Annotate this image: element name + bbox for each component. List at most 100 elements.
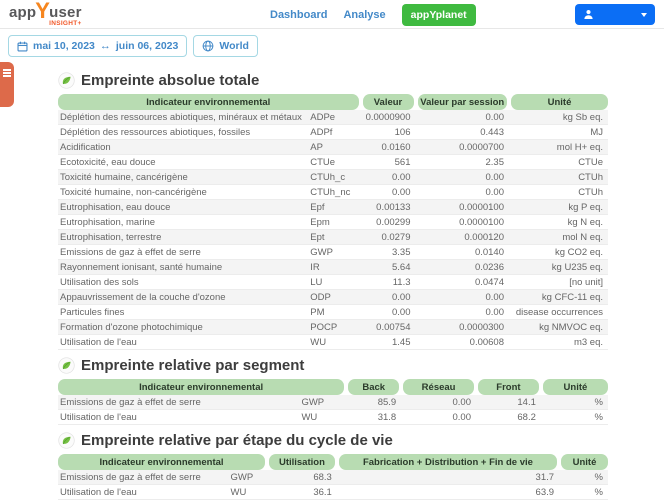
cell-value: 0.0000100 <box>416 200 510 214</box>
cell-code: CTUh_c <box>308 170 360 184</box>
table-row: Emissions de gaz à effet de serreGWP68.3… <box>58 470 608 485</box>
table-row: Appauvrissement de la couche d'ozoneODP0… <box>58 290 608 305</box>
cell-unit: kg NMVOC eq. <box>509 320 608 334</box>
cell-value: 0.00299 <box>361 215 416 229</box>
cell-value: 0.00 <box>416 290 510 304</box>
cell-unit: [no unit] <box>509 275 608 289</box>
nav-item-dashboard[interactable]: Dashboard <box>270 9 327 21</box>
cell-indicator: Utilisation de l'eau <box>58 335 308 349</box>
logo-y: Y <box>35 3 50 20</box>
section-lifecycle-footprint: Empreinte relative par étape du cycle de… <box>58 432 608 500</box>
cell-value: 14.1 <box>476 395 541 409</box>
cell-value: 106 <box>361 125 416 139</box>
cell-value: 0.00 <box>361 290 416 304</box>
cell-code: CTUe <box>308 155 360 169</box>
cell-value: 0.000120 <box>416 230 510 244</box>
cell-code: GWP <box>229 470 268 484</box>
cell-value: 31.8 <box>346 410 401 424</box>
user-menu-button[interactable] <box>575 4 655 25</box>
cell-value: 68.2 <box>476 410 541 424</box>
column-header: Réseau <box>403 379 474 395</box>
column-header: Valeur <box>363 94 414 110</box>
cell-value: 0.00 <box>401 410 476 424</box>
cell-indicator: Eutrophisation, eau douce <box>58 200 308 214</box>
cell-unit: % <box>559 485 608 499</box>
sidebar-toggle[interactable] <box>0 62 14 107</box>
cell-value: 63.9 <box>337 485 559 499</box>
cell-value: 2.35 <box>416 155 510 169</box>
cell-unit: % <box>559 470 608 484</box>
table-row: Déplétion des ressources abiotiques, min… <box>58 110 608 125</box>
cell-unit: kg U235 eq. <box>509 260 608 274</box>
cell-indicator: Utilisation de l'eau <box>58 410 299 424</box>
cell-indicator: Toxicité humaine, non-cancérigène <box>58 185 308 199</box>
cell-value: 3.35 <box>361 245 416 259</box>
table-header-row: Indicateur environnementalValeurValeur p… <box>58 94 608 110</box>
cell-code: Epm <box>308 215 360 229</box>
cell-value: 0.0000900 <box>361 110 416 124</box>
column-header: Indicateur environnemental <box>58 379 344 395</box>
cell-value: 0.00 <box>361 305 416 319</box>
cell-code: ODP <box>308 290 360 304</box>
date-range-picker[interactable]: mai 10, 2023 ↔ juin 06, 2023 <box>8 35 187 57</box>
cell-value: 0.0160 <box>361 140 416 154</box>
leaf-icon <box>58 432 75 449</box>
logo-prefix: app <box>9 5 36 20</box>
cell-value: 0.00754 <box>361 320 416 334</box>
menu-icon <box>3 69 11 107</box>
cell-value: 31.7 <box>337 470 559 484</box>
cell-indicator: Eutrophisation, marine <box>58 215 308 229</box>
cell-code: GWP <box>299 395 346 409</box>
cell-unit: % <box>541 395 608 409</box>
cell-unit: kg CO2 eq. <box>509 245 608 259</box>
date-start: mai 10, 2023 <box>33 40 95 52</box>
table-row: Eutrophisation, terrestreEpt0.02790.0001… <box>58 230 608 245</box>
cell-value: 0.443 <box>416 125 510 139</box>
cell-unit: % <box>541 410 608 424</box>
column-header: Front <box>478 379 539 395</box>
cell-value: 0.00133 <box>361 200 416 214</box>
logo-suffix: user <box>49 5 82 20</box>
cell-unit: CTUh <box>509 185 608 199</box>
table-row: Formation d'ozone photochimiquePOCP0.007… <box>58 320 608 335</box>
cell-value: 36.1 <box>267 485 337 499</box>
column-header: Unité <box>561 454 608 470</box>
cell-value: 0.0236 <box>416 260 510 274</box>
absolute-footprint-table: Indicateur environnementalValeurValeur p… <box>58 94 608 350</box>
logo-tagline: INSIGHT+ <box>49 21 82 28</box>
cell-indicator: Particules fines <box>58 305 308 319</box>
cell-value: 0.00 <box>361 185 416 199</box>
section-header: Empreinte relative par segment <box>58 357 608 374</box>
leaf-icon <box>58 357 75 374</box>
cell-unit: kg Sb eq. <box>509 110 608 124</box>
cell-value: 0.0000100 <box>416 215 510 229</box>
globe-icon <box>202 40 214 52</box>
column-header: Back <box>348 379 399 395</box>
table-row: Utilisation de l'eauWU1.450.00608m3 eq. <box>58 335 608 350</box>
cell-value: 68.3 <box>267 470 337 484</box>
filter-bar: mai 10, 2023 ↔ juin 06, 2023 World <box>0 29 664 57</box>
nav-appyplanet-button[interactable]: appYplanet <box>402 4 476 26</box>
section-title: Empreinte relative par étape du cycle de… <box>81 432 393 449</box>
table-row: Utilisation de l'eauWU31.80.0068.2% <box>58 410 608 425</box>
column-header: Unité <box>511 94 608 110</box>
column-header: Fabrication + Distribution + Fin de vie <box>339 454 557 470</box>
app-logo[interactable]: appYuser INSIGHT+ <box>9 3 82 27</box>
region-selector[interactable]: World <box>193 35 258 57</box>
cell-indicator: Toxicité humaine, cancérigène <box>58 170 308 184</box>
cell-code: ADPe <box>308 110 360 124</box>
cell-indicator: Appauvrissement de la couche d'ozone <box>58 290 308 304</box>
table-header-row: Indicateur environnementalUtilisationFab… <box>58 454 608 470</box>
region-label: World <box>219 40 249 52</box>
chevron-down-icon <box>641 13 647 17</box>
cell-indicator: Eutrophisation, terrestre <box>58 230 308 244</box>
cell-indicator: Formation d'ozone photochimique <box>58 320 308 334</box>
cell-unit: mol H+ eq. <box>509 140 608 154</box>
column-header: Unité <box>543 379 608 395</box>
cell-value: 5.64 <box>361 260 416 274</box>
nav-item-analyse[interactable]: Analyse <box>343 9 385 21</box>
table-row: Emissions de gaz à effet de serreGWP85.9… <box>58 395 608 410</box>
cell-value: 0.0279 <box>361 230 416 244</box>
calendar-icon <box>17 41 28 52</box>
cell-value: 561 <box>361 155 416 169</box>
